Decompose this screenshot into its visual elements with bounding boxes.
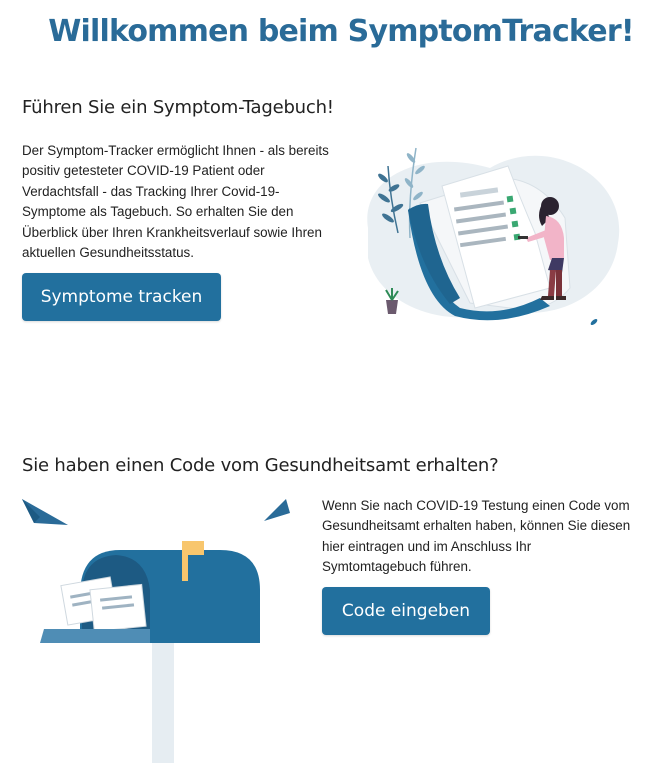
code-section-description: Wenn Sie nach COVID-19 Testung einen Cod… [322, 498, 631, 575]
diary-section-heading: Führen Sie ein Symptom-Tagebuch! [22, 97, 334, 118]
paper-plane-icon-right [264, 499, 290, 521]
page-title: Willkommen beim SymptomTracker! [48, 14, 634, 49]
diary-illustration [367, 147, 620, 325]
small-leaf-icon [590, 319, 598, 325]
potted-plant-icon [385, 288, 399, 314]
mailbox-post [152, 635, 174, 763]
enter-code-button[interactable]: Code eingeben [322, 587, 490, 635]
track-symptoms-button[interactable]: Symptome tracken [22, 273, 221, 321]
paper-plane-icon [22, 499, 68, 525]
diary-section-description: Der Symptom-Tracker ermöglicht Ihnen - a… [22, 143, 329, 261]
mailbox-illustration [22, 499, 290, 763]
letter-envelope-icon [60, 576, 147, 633]
code-section-heading: Sie haben einen Code vom Gesundheitsamt … [22, 455, 499, 476]
